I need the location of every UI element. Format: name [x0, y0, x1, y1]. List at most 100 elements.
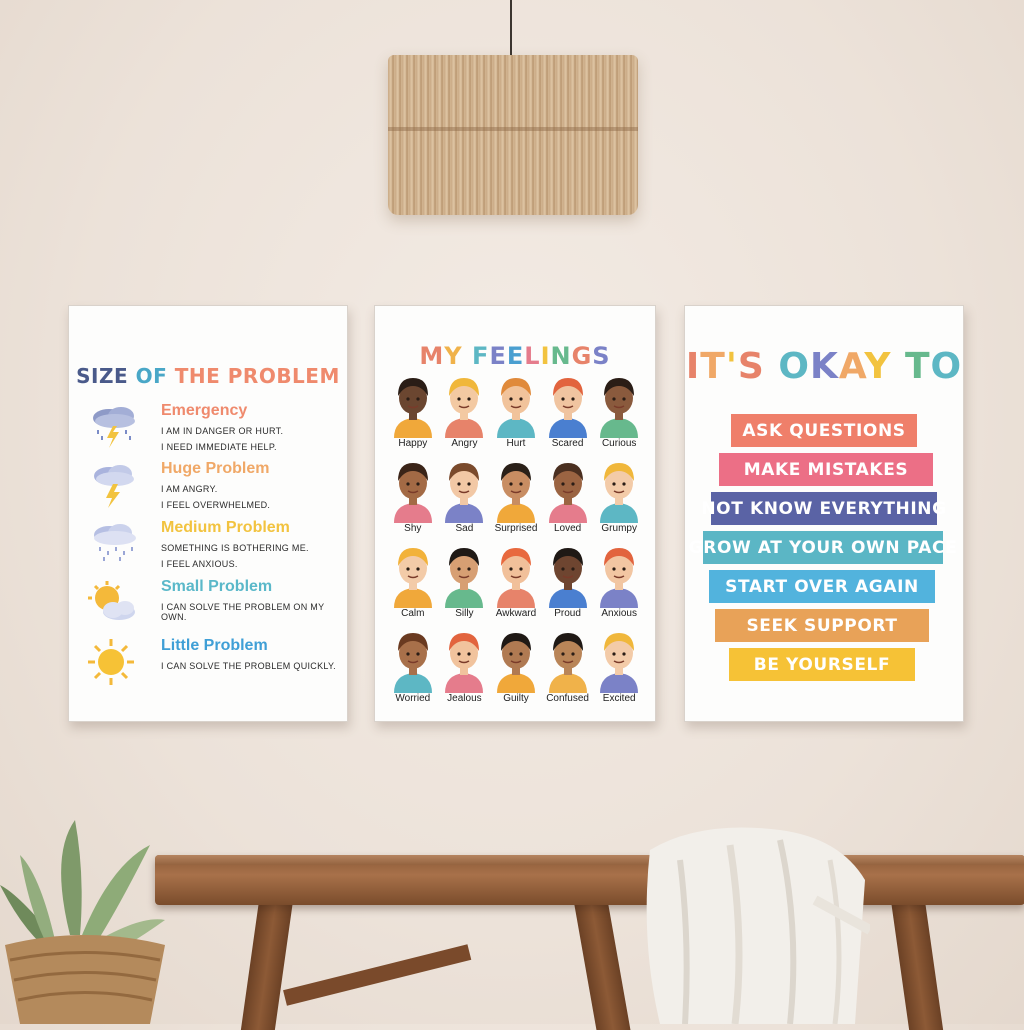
- child-face-icon: [548, 378, 587, 438]
- bench-leg: [573, 900, 631, 1030]
- feeling-label: Calm: [401, 608, 425, 619]
- feeling-label: Silly: [455, 608, 474, 619]
- feeling-calm: Calm: [387, 542, 439, 619]
- problem-description: I AM ANGRY.: [161, 484, 218, 494]
- room-scene: SIZE OF THE PROBLEM Emergency I AM IN DA…: [0, 0, 1024, 1030]
- feeling-label: Confused: [546, 693, 589, 704]
- feeling-angry: Angry: [439, 372, 491, 449]
- its-okay-to-poster: IT'S OKAY TO ASK QUESTIONS MAKE MISTAKES N…: [684, 305, 964, 722]
- feeling-confused: Confused: [542, 627, 594, 704]
- child-face-icon: [548, 463, 587, 523]
- feeling-loved: Loved: [542, 457, 594, 534]
- problem-huge: Huge Problem I AM ANGRY. I FEEL OVERWHEL…: [87, 460, 339, 520]
- feeling-label: Proud: [554, 608, 581, 619]
- feeling-label: Grumpy: [601, 523, 637, 534]
- problem-emergency: Emergency I AM IN DANGER OR HURT. I NEED…: [87, 402, 339, 462]
- child-face-icon: [445, 633, 484, 693]
- my-feelings-poster: MY FEELINGS Happy Angry Hurt Scared Curious S…: [374, 305, 656, 722]
- feeling-label: Awkward: [495, 608, 537, 619]
- child-face-icon: [600, 633, 639, 693]
- problem-little: Little Problem I CAN SOLVE THE PROBLEM Q…: [87, 637, 339, 697]
- feeling-label: Guilty: [503, 693, 529, 704]
- problem-description: I NEED IMMEDIATE HELP.: [161, 442, 277, 452]
- sun-icon: [88, 639, 134, 685]
- child-face-icon: [600, 378, 639, 438]
- child-face-icon: [496, 463, 535, 523]
- feeling-guilty: Guilty: [490, 627, 542, 704]
- problem-description: I FEEL OVERWHELMED.: [161, 500, 271, 510]
- problem-small: Small Problem I CAN SOLVE THE PROBLEM ON…: [87, 578, 339, 638]
- rain-cloud-icon: [94, 524, 136, 561]
- feeling-awkward: Awkward: [490, 542, 542, 619]
- bench-leg: [240, 900, 294, 1030]
- affirmation-strip: MAKE MISTAKES: [719, 453, 933, 486]
- feeling-excited: Excited: [593, 627, 645, 704]
- problem-name: Small Problem: [161, 578, 273, 595]
- child-face-icon: [600, 463, 639, 523]
- feeling-label: Hurt: [506, 438, 526, 449]
- feeling-grumpy: Grumpy: [593, 457, 645, 534]
- child-face-icon: [445, 463, 484, 523]
- problem-name: Emergency: [161, 402, 248, 419]
- affirmation-strip: BE YOURSELF: [729, 648, 915, 681]
- feeling-proud: Proud: [542, 542, 594, 619]
- wooden-bench: [155, 855, 1024, 905]
- lightning-cloud-icon: [94, 465, 134, 508]
- affirmation-strip: START OVER AGAIN: [709, 570, 935, 603]
- feeling-jealous: Jealous: [439, 627, 491, 704]
- feeling-curious: Curious: [593, 372, 645, 449]
- child-face-icon: [393, 378, 432, 438]
- problem-medium: Medium Problem SOMETHING IS BOTHERING ME…: [87, 519, 339, 579]
- child-face-icon: [445, 548, 484, 608]
- affirmation-strip: SEEK SUPPORT: [715, 609, 929, 642]
- feeling-label: Excited: [602, 693, 636, 704]
- bench-brace: [283, 944, 472, 1006]
- problem-description: SOMETHING IS BOTHERING ME.: [161, 543, 309, 553]
- title-word: THE PROBLEM: [174, 364, 340, 388]
- poster-title: MY FEELINGS: [419, 342, 611, 370]
- feeling-anxious: Anxious: [593, 542, 645, 619]
- throw-blanket: [646, 827, 870, 1024]
- problem-description: I AM IN DANGER OR HURT.: [161, 426, 284, 436]
- feeling-worried: Worried: [387, 627, 439, 704]
- feeling-shy: Shy: [387, 457, 439, 534]
- title-word: SIZE: [76, 364, 129, 388]
- problem-name: Huge Problem: [161, 460, 270, 477]
- feeling-label: Anxious: [601, 608, 637, 619]
- child-face-icon: [548, 633, 587, 693]
- child-face-icon: [496, 633, 535, 693]
- feeling-hurt: Hurt: [490, 372, 542, 449]
- size-of-the-problem-poster: SIZE OF THE PROBLEM Emergency I AM IN DA…: [68, 305, 348, 722]
- affirmation-strip: ASK QUESTIONS: [731, 414, 917, 447]
- feeling-happy: Happy: [387, 372, 439, 449]
- problem-description: I FEEL ANXIOUS.: [161, 559, 238, 569]
- poster-title: IT'S OKAY TO: [685, 346, 963, 387]
- child-face-icon: [496, 378, 535, 438]
- feeling-label: Loved: [553, 523, 582, 534]
- problem-description: I CAN SOLVE THE PROBLEM ON MY OWN.: [161, 602, 325, 622]
- child-face-icon: [393, 463, 432, 523]
- feeling-silly: Silly: [439, 542, 491, 619]
- affirmation-strip: GROW AT YOUR OWN PACE: [689, 531, 957, 564]
- affirmation-strip: NOT KNOW EVERYTHING: [701, 492, 946, 525]
- feeling-label: Surprised: [494, 523, 538, 534]
- child-face-icon: [445, 378, 484, 438]
- rattan-pendant-lamp: [388, 55, 638, 215]
- poster-title: SIZE OF THE PROBLEM: [69, 364, 347, 388]
- child-face-icon: [393, 633, 432, 693]
- child-face-icon: [548, 548, 587, 608]
- feeling-label: Shy: [404, 523, 422, 534]
- feeling-label: Worried: [395, 693, 431, 704]
- problem-name: Medium Problem: [161, 519, 290, 536]
- feelings-grid: Happy Angry Hurt Scared Curious Shy Sad Surpris…: [387, 372, 645, 704]
- feeling-label: Scared: [551, 438, 584, 449]
- problem-name: Little Problem: [161, 637, 268, 654]
- sun-cloud-icon: [88, 581, 135, 620]
- feeling-label: Angry: [451, 438, 478, 449]
- title-word: OF: [135, 364, 168, 388]
- child-face-icon: [600, 548, 639, 608]
- feeling-surprised: Surprised: [490, 457, 542, 534]
- lamp-cord: [510, 0, 512, 58]
- potted-plant: [0, 820, 165, 1024]
- feeling-scared: Scared: [542, 372, 594, 449]
